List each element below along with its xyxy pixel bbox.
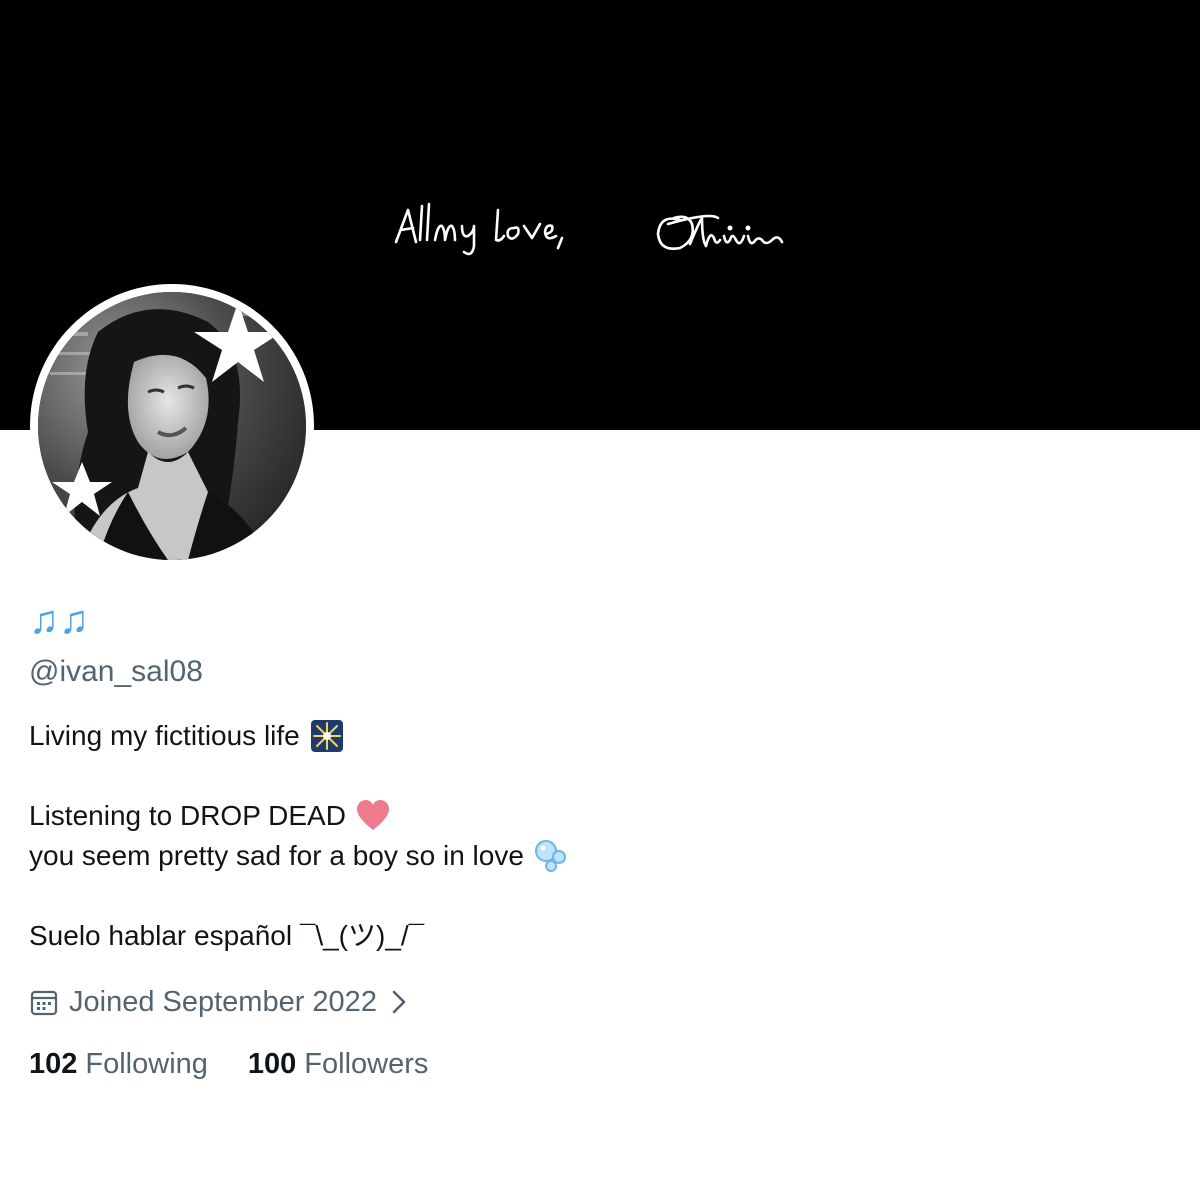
profile-avatar[interactable] [30, 284, 314, 568]
joined-date[interactable]: Joined September 2022 [29, 982, 409, 1022]
followers-label: Followers [304, 1048, 429, 1080]
following-count: 102 [29, 1048, 78, 1080]
following-link[interactable]: 102 Following [29, 1044, 208, 1084]
bio-text: Living my fictitious life [29, 720, 300, 751]
bio-line: Living my fictitious life [29, 716, 929, 756]
joined-text: Joined September 2022 [69, 986, 377, 1018]
bio-line: you seem pretty sad for a boy so in love [29, 836, 929, 876]
heart-icon [356, 800, 389, 830]
bio-line: Suelo hablar español ¯\_(ツ)_/¯ [29, 916, 929, 956]
profile-bio: Living my fictitious life Listening to D… [29, 716, 929, 956]
profile-handle: @ivan_sal08 [29, 655, 203, 688]
chevron-right-icon [392, 990, 406, 1014]
bio-line: Listening to DROP DEAD [29, 796, 929, 836]
avatar-photo [38, 292, 306, 560]
sparkler-icon [310, 720, 343, 752]
bio-text: Suelo hablar español ¯\_(ツ)_/¯ [29, 920, 425, 951]
following-label: Following [85, 1048, 208, 1080]
profile-page: ♫♫ @ivan_sal08 Living my fictitious life… [0, 0, 1200, 1200]
profile-stats: 102 Following 100 Followers [29, 1044, 468, 1084]
bubbles-icon [534, 840, 566, 872]
banner-signature [390, 190, 830, 275]
calendar-icon [30, 990, 58, 1016]
followers-link[interactable]: 100 Followers [248, 1044, 428, 1084]
bio-text: Listening to DROP DEAD [29, 800, 346, 831]
display-name: ♫♫ [29, 598, 89, 642]
followers-count: 100 [247, 1048, 297, 1080]
bio-text: you seem pretty sad for a boy so in love [29, 840, 524, 871]
